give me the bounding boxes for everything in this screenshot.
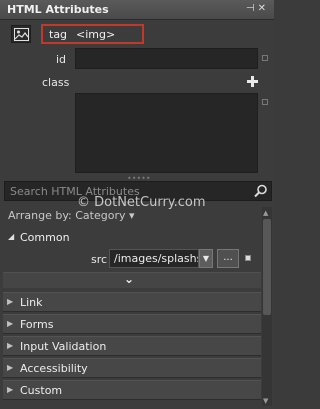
id-marker[interactable] bbox=[262, 55, 268, 61]
tag-highlight: tag <img> bbox=[41, 24, 144, 44]
html-attributes-panel: HTML Attributes ⊣✕ tag <img> id class ••… bbox=[0, 0, 274, 409]
add-class-icon[interactable] bbox=[247, 76, 258, 87]
section-input-validation[interactable]: ▶ Input Validation bbox=[3, 336, 261, 356]
tag-label: tag bbox=[49, 28, 68, 41]
src-value[interactable]: /images/splashs bbox=[114, 252, 198, 265]
browse-button[interactable]: ... bbox=[217, 249, 239, 268]
close-icon[interactable]: ✕ bbox=[258, 3, 269, 14]
src-input[interactable]: /images/splashs bbox=[109, 249, 199, 268]
src-marker[interactable] bbox=[245, 255, 251, 261]
scrollbar[interactable]: ▲ ▼ bbox=[262, 207, 272, 406]
id-label: id bbox=[56, 53, 67, 66]
expand-more-button[interactable]: ⌄ bbox=[3, 272, 261, 288]
class-marker[interactable] bbox=[262, 99, 268, 105]
tag-value: <img> bbox=[76, 28, 116, 41]
search-icon[interactable] bbox=[254, 184, 268, 198]
scroll-up-icon[interactable]: ▲ bbox=[263, 209, 268, 217]
scroll-down-icon[interactable]: ▼ bbox=[263, 397, 268, 405]
class-input[interactable] bbox=[75, 93, 258, 173]
section-common-label: Common bbox=[20, 231, 70, 244]
pin-icon[interactable]: ⊣ bbox=[246, 3, 258, 14]
section-accessibility[interactable]: ▶ Accessibility bbox=[3, 358, 261, 378]
section-link[interactable]: ▶ Link bbox=[3, 292, 261, 312]
watermark: © DotNetCurry.com bbox=[77, 195, 206, 210]
panel-title: HTML Attributes bbox=[7, 3, 109, 16]
expand-chevron-icon: ⌄ bbox=[124, 272, 135, 286]
collapsed-arrow-icon: ▶ bbox=[7, 363, 14, 372]
section-label: Input Validation bbox=[20, 340, 107, 353]
section-custom[interactable]: ▶ Custom bbox=[3, 380, 261, 400]
section-label: Link bbox=[20, 296, 43, 309]
collapsed-arrow-icon: ▶ bbox=[7, 385, 14, 394]
section-label: Custom bbox=[20, 384, 63, 397]
id-input[interactable] bbox=[75, 48, 258, 69]
src-label: src bbox=[91, 253, 108, 266]
scrollbar-thumb[interactable] bbox=[263, 219, 271, 315]
panel-titlebar: HTML Attributes ⊣✕ bbox=[0, 0, 274, 20]
arrange-by-dropdown[interactable]: Arrange by: Category ▾ bbox=[8, 209, 135, 222]
collapsed-arrow-icon: ▶ bbox=[7, 297, 14, 306]
panel-window-buttons[interactable]: ⊣✕ bbox=[246, 3, 269, 14]
section-label: Forms bbox=[20, 318, 54, 331]
image-element-icon bbox=[11, 25, 31, 43]
section-label: Accessibility bbox=[20, 362, 88, 375]
collapsed-arrow-icon: ▶ bbox=[7, 319, 14, 328]
collapsed-arrow-icon: ▶ bbox=[7, 341, 14, 350]
section-common[interactable]: ◢ Common bbox=[3, 228, 261, 248]
class-label: class bbox=[42, 76, 70, 89]
chevron-down-icon[interactable]: ▼ bbox=[199, 249, 213, 268]
section-forms[interactable]: ▶ Forms bbox=[3, 314, 261, 334]
expanded-arrow-icon: ◢ bbox=[8, 232, 15, 241]
